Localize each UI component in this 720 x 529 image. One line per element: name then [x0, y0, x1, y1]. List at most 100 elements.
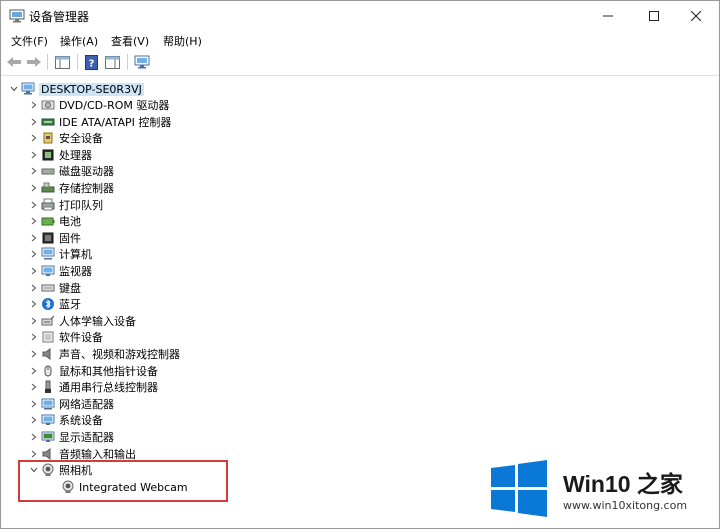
- chevron-right-icon[interactable]: [29, 400, 39, 408]
- keyboard-icon: [41, 281, 55, 295]
- tree-category-battery[interactable]: 电池: [29, 213, 81, 229]
- display-adapter-icon: [41, 430, 55, 444]
- tree-category-mouse[interactable]: 鼠标和其他指针设备: [29, 363, 158, 379]
- tree-category-display-adapter[interactable]: 显示适配器: [29, 429, 114, 445]
- chevron-right-icon[interactable]: [29, 201, 39, 209]
- tree-category-security-device[interactable]: 安全设备: [29, 130, 103, 146]
- menu-action[interactable]: 操作(A): [60, 33, 98, 49]
- chevron-right-icon[interactable]: [29, 217, 39, 225]
- tree-category-firmware[interactable]: 固件: [29, 230, 81, 246]
- minimize-button[interactable]: [585, 1, 631, 31]
- menu-file[interactable]: 文件(F): [11, 33, 48, 49]
- tree-category-disk-drive[interactable]: 磁盘驱动器: [29, 163, 114, 179]
- chevron-right-icon[interactable]: [29, 450, 39, 458]
- computer-icon: [21, 82, 35, 96]
- menu-help[interactable]: 帮助(H): [163, 33, 202, 49]
- tree-root[interactable]: DESKTOP-SE0R3VJ: [9, 81, 144, 97]
- tree-category-monitor[interactable]: 监视器: [29, 263, 92, 279]
- tree-category-processor[interactable]: 处理器: [29, 147, 92, 163]
- chevron-right-icon[interactable]: [29, 167, 39, 175]
- tree-category-label: 键盘: [59, 281, 81, 295]
- chevron-right-icon[interactable]: [29, 300, 39, 308]
- chevron-right-icon[interactable]: [29, 416, 39, 424]
- toolbar-separator: [77, 54, 78, 70]
- tree-category-label: 显示适配器: [59, 431, 114, 444]
- maximize-icon: [649, 11, 659, 21]
- help-book-icon: ?: [84, 54, 98, 70]
- close-button[interactable]: [673, 1, 719, 31]
- network-adapter-icon: [41, 397, 55, 411]
- chevron-right-icon[interactable]: [29, 250, 39, 258]
- tree-category-label: 计算机: [59, 248, 92, 262]
- forward-arrow-icon: [27, 57, 41, 67]
- monitor-icon: [41, 264, 55, 278]
- scan-hardware-button[interactable]: [133, 53, 151, 71]
- tree-category-label: 安全设备: [59, 132, 103, 146]
- chevron-right-icon[interactable]: [29, 134, 39, 142]
- watermark-title: Win10 之家: [563, 471, 683, 497]
- dvd-drive-icon: [41, 98, 55, 112]
- chevron-right-icon[interactable]: [29, 234, 39, 242]
- chevron-right-icon[interactable]: [29, 284, 39, 292]
- tree-category-label: 鼠标和其他指针设备: [59, 364, 158, 378]
- watermark-url: www.win10xitong.com: [563, 499, 688, 512]
- tree-category-label: 磁盘驱动器: [59, 165, 114, 179]
- chevron-right-icon[interactable]: [29, 118, 39, 126]
- title-bar: 设备管理器: [1, 1, 719, 31]
- minimize-icon: [603, 15, 613, 17]
- tree-category-software-device[interactable]: 软件设备: [29, 329, 103, 345]
- chevron-right-icon[interactable]: [29, 350, 39, 358]
- forward-button[interactable]: [25, 53, 43, 71]
- chevron-right-icon[interactable]: [29, 383, 39, 391]
- show-hide-console-tree-button[interactable]: [53, 53, 71, 71]
- mouse-icon: [41, 364, 55, 378]
- tree-category-ide-controller[interactable]: IDE ATA/ATAPI 控制器: [29, 114, 171, 130]
- chevron-right-icon[interactable]: [29, 184, 39, 192]
- chevron-right-icon[interactable]: [29, 101, 39, 109]
- close-icon: [691, 11, 701, 21]
- tree-category-hid[interactable]: 人体学输入设备: [29, 313, 136, 329]
- chevron-right-icon[interactable]: [29, 433, 39, 441]
- firmware-icon: [41, 231, 55, 245]
- toolbar: ?: [1, 49, 719, 76]
- tree-category-label: 人体学输入设备: [59, 314, 136, 328]
- tree-category-label: 固件: [59, 231, 81, 245]
- chevron-right-icon[interactable]: [29, 367, 39, 375]
- chevron-right-icon[interactable]: [29, 267, 39, 275]
- processor-icon: [41, 148, 55, 162]
- tree-category-storage-controller[interactable]: 存储控制器: [29, 180, 114, 196]
- back-arrow-icon: [7, 57, 21, 67]
- tree-category-speaker[interactable]: 声音、视频和游戏控制器: [29, 346, 180, 362]
- storage-controller-icon: [41, 181, 55, 195]
- tree-category-label: 打印队列: [59, 198, 103, 212]
- tree-category-computer[interactable]: 计算机: [29, 246, 92, 262]
- system-device-icon: [41, 413, 55, 427]
- watermark: Win10 之家 www.win10xitong.com: [481, 453, 717, 525]
- tree-category-usb[interactable]: 通用串行总线控制器: [29, 379, 158, 395]
- maximize-button[interactable]: [631, 1, 677, 31]
- battery-icon: [41, 214, 55, 228]
- help-button[interactable]: ?: [83, 53, 99, 71]
- chevron-right-icon[interactable]: [29, 333, 39, 341]
- chevron-right-icon[interactable]: [29, 151, 39, 159]
- chevron-down-icon[interactable]: [9, 86, 19, 92]
- back-button[interactable]: [5, 53, 23, 71]
- tree-category-label: 声音、视频和游戏控制器: [59, 348, 180, 361]
- menu-view[interactable]: 查看(V): [111, 33, 149, 49]
- audio-io-icon: [41, 447, 55, 461]
- tree-category-printer[interactable]: 打印队列: [29, 197, 103, 213]
- tree-category-keyboard[interactable]: 键盘: [29, 280, 81, 296]
- window-title: 设备管理器: [29, 10, 90, 24]
- svg-text:?: ?: [88, 58, 94, 69]
- tree-category-dvd-drive[interactable]: DVD/CD-ROM 驱动器: [29, 97, 169, 113]
- properties-button[interactable]: [103, 53, 121, 71]
- tree-category-system-device[interactable]: 系统设备: [29, 412, 103, 428]
- chevron-right-icon[interactable]: [29, 317, 39, 325]
- speaker-icon: [41, 347, 55, 361]
- tree-category-network-adapter[interactable]: 网络适配器: [29, 396, 114, 412]
- tree-category-label: IDE ATA/ATAPI 控制器: [59, 115, 172, 129]
- tree-category-bluetooth[interactable]: 蓝牙: [29, 296, 81, 312]
- security-device-icon: [41, 131, 55, 145]
- windows-logo-icon: [491, 460, 547, 517]
- tree-category-label: 系统设备: [59, 414, 103, 428]
